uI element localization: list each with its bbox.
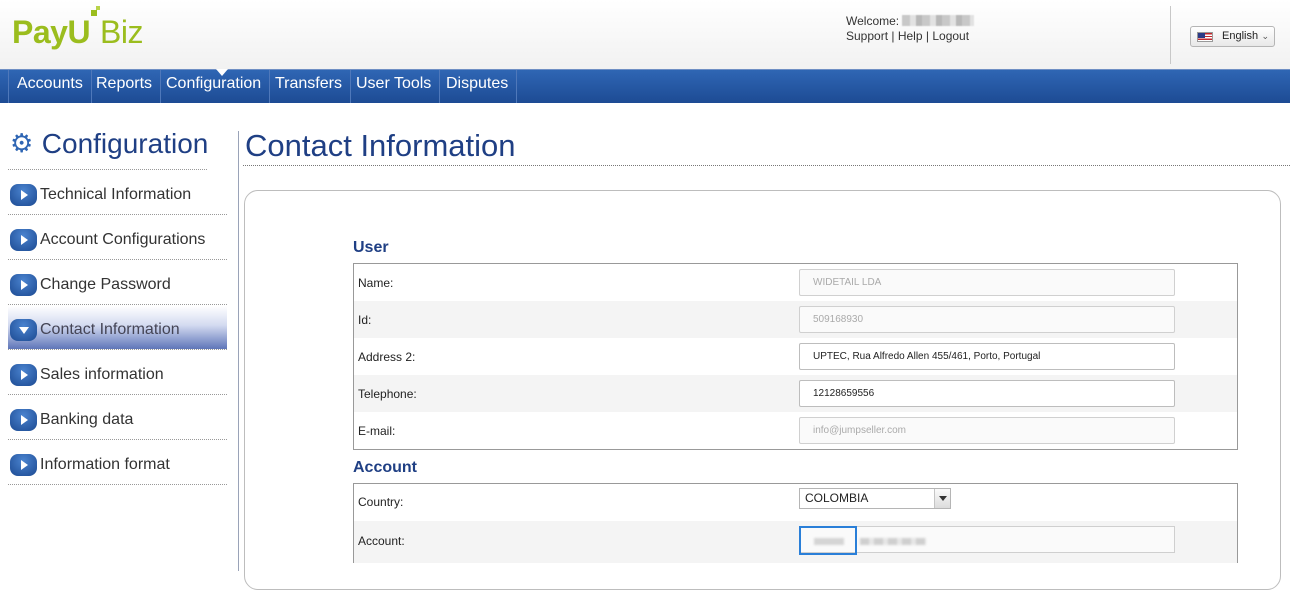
form-row-email: E-mail:: [354, 412, 1237, 449]
header: PayU Biz Welcome: Support | Help | Logout…: [0, 0, 1290, 70]
support-link[interactable]: Support: [846, 29, 888, 43]
link-separator: |: [925, 29, 929, 43]
redacted-value: [814, 538, 844, 545]
nav-reports[interactable]: Reports: [88, 70, 162, 103]
form-row-account: Account:: [354, 521, 1237, 563]
email-field: [799, 417, 1175, 444]
field-label: Account:: [358, 534, 405, 548]
divider: [8, 169, 207, 170]
arrow-down-icon: [10, 319, 37, 341]
sidebar-item-contact-information[interactable]: Contact Information: [8, 306, 227, 350]
chevron-down-icon: [934, 489, 950, 508]
address-2-field[interactable]: [799, 343, 1175, 370]
sidebar-item-label: Information format: [40, 456, 170, 473]
divider: [243, 165, 1290, 166]
country-select[interactable]: COLOMBIA: [799, 488, 951, 509]
user-form: Name: Id: Address 2: Telephone: E-mail:: [353, 263, 1238, 450]
help-link[interactable]: Help: [898, 29, 923, 43]
sidebar-divider: [238, 131, 239, 571]
sidebar-item-label: Technical Information: [40, 186, 192, 203]
section-title-user: User: [353, 239, 389, 256]
nav-accounts[interactable]: Accounts: [8, 70, 92, 103]
sidebar-item-label: Banking data: [40, 411, 134, 428]
sidebar-item-label: Sales information: [40, 366, 164, 383]
id-field: [799, 306, 1175, 333]
field-label: E-mail:: [358, 424, 396, 438]
telephone-field[interactable]: [799, 380, 1175, 407]
arrow-right-icon: [10, 229, 37, 251]
nav-transfers[interactable]: Transfers: [267, 70, 351, 103]
language-value: English: [1222, 30, 1259, 42]
section-title-account: Account: [353, 459, 417, 476]
sidebar-item-label: Account Configurations: [40, 231, 206, 248]
payu-biz-logo[interactable]: PayU Biz: [12, 14, 143, 51]
sidebar-item-account-configurations[interactable]: Account Configurations: [8, 216, 227, 260]
sidebar-item-change-password[interactable]: Change Password: [8, 261, 227, 305]
field-label: Name:: [358, 276, 394, 290]
sidebar-item-information-format[interactable]: Information format: [8, 441, 227, 485]
arrow-right-icon: [10, 184, 37, 206]
page-title: Contact Information: [245, 128, 516, 163]
nav-configuration[interactable]: Configuration: [158, 69, 271, 103]
sidebar-item-banking-data[interactable]: Banking data: [8, 396, 227, 440]
arrow-right-icon: [10, 274, 37, 296]
welcome-block: Welcome: Support | Help | Logout: [846, 14, 975, 44]
form-row-country: Country: COLOMBIA: [354, 484, 1237, 521]
welcome-label: Welcome:: [846, 14, 900, 28]
chevron-down-icon: ⌄: [1261, 31, 1269, 41]
sidebar-item-sales-information[interactable]: Sales information: [8, 351, 227, 395]
sidebar-item-label: Change Password: [40, 276, 171, 293]
sidebar-title-text: Configuration: [41, 128, 209, 159]
field-label: Id:: [358, 313, 372, 327]
nav-user-tools[interactable]: User Tools: [348, 70, 441, 103]
form-row-name: Name:: [354, 264, 1237, 301]
link-separator: |: [891, 29, 895, 43]
country-value: COLOMBIA: [805, 491, 869, 505]
account-form: Country: COLOMBIA Account:: [353, 483, 1238, 563]
form-row-telephone: Telephone:: [354, 375, 1237, 412]
arrow-right-icon: [10, 364, 37, 386]
form-row-id: Id:: [354, 301, 1237, 338]
form-row-address-2: Address 2:: [354, 338, 1237, 375]
field-label: Country:: [358, 495, 404, 509]
logout-link[interactable]: Logout: [932, 29, 969, 43]
field-label: Telephone:: [358, 387, 417, 401]
sidebar-item-label: Contact Information: [40, 321, 180, 338]
sidebar-title: ⚙ Configuration: [10, 128, 208, 160]
arrow-right-icon: [10, 409, 37, 431]
field-label: Address 2:: [358, 350, 416, 364]
arrow-right-icon: [10, 454, 37, 476]
redacted-username: [902, 15, 975, 26]
redacted-value: [860, 538, 926, 545]
language-selector[interactable]: English ⌄: [1190, 26, 1275, 47]
main-nav: Accounts Reports Configuration Transfers…: [0, 69, 1290, 103]
header-divider: [1170, 6, 1171, 64]
us-flag-icon: [1197, 32, 1213, 42]
name-field: [799, 269, 1175, 296]
gear-icon: ⚙: [10, 128, 34, 158]
sidebar-item-technical-information[interactable]: Technical Information: [8, 171, 227, 215]
nav-disputes[interactable]: Disputes: [438, 70, 518, 103]
account-field[interactable]: [799, 526, 1175, 555]
